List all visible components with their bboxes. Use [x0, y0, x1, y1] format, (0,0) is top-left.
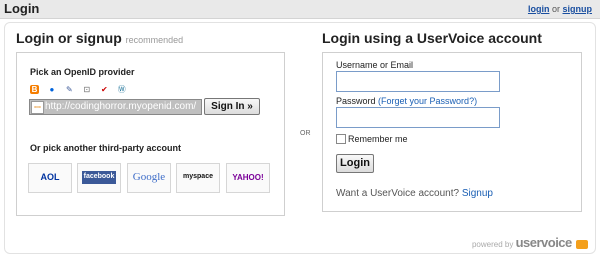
password-label-row: Password (Forget your Password?): [336, 96, 477, 106]
provider-icons: B ● ✎ ⊡ ✔ Ⓦ: [30, 85, 130, 95]
google-label: Google: [132, 171, 166, 183]
username-input[interactable]: [336, 71, 500, 92]
uservoice-brand[interactable]: uservoice: [516, 235, 573, 250]
remember-me-label: Remember me: [348, 134, 408, 144]
password-label: Password: [336, 96, 376, 106]
openid-url-field[interactable]: ꟷ http://codinghorror.myopenid.com/: [29, 99, 202, 115]
left-heading-text: Login or signup: [16, 30, 122, 46]
powered-by-footer: powered by uservoice: [472, 235, 588, 250]
password-input[interactable]: [336, 107, 500, 128]
login-button[interactable]: Login: [336, 154, 374, 173]
google-button[interactable]: Google: [127, 163, 171, 193]
third-party-heading: Or pick another third-party account: [30, 143, 182, 153]
openid-url-value: http://codinghorror.myopenid.com/: [45, 101, 197, 112]
myspace-label: myspace: [183, 173, 213, 180]
myspace-button[interactable]: myspace: [176, 163, 220, 193]
wordpress-icon[interactable]: Ⓦ: [117, 85, 126, 94]
flickr-icon[interactable]: ●: [47, 85, 56, 94]
powered-by-text: powered by: [471, 240, 514, 249]
right-heading: Login using a UserVoice account: [322, 30, 542, 46]
forgot-password-link[interactable]: (Forget your Password?): [378, 96, 477, 106]
facebook-label: facebook: [83, 173, 115, 180]
or-separator: OR: [300, 130, 311, 137]
want-account-text: Want a UserVoice account?: [336, 188, 460, 199]
uservoice-logo-icon: [576, 240, 588, 250]
openid-favicon-icon: ꟷ: [31, 101, 44, 114]
sign-in-button[interactable]: Sign In »: [204, 98, 260, 115]
username-label: Username or Email: [336, 60, 414, 70]
login-link[interactable]: login: [528, 4, 550, 14]
blogger-icon[interactable]: B: [30, 85, 39, 94]
aol-label: AOL: [40, 172, 60, 182]
pen-icon[interactable]: ✎: [65, 85, 74, 94]
checkmark-icon[interactable]: ✔: [100, 85, 109, 94]
header-links: login or signup: [528, 4, 592, 14]
aol-button[interactable]: AOL: [28, 163, 72, 193]
left-heading: Login or signup recommended: [16, 30, 183, 46]
page-title: Login: [4, 1, 40, 16]
yahoo-label: YAHOO!: [232, 173, 264, 182]
signup-link[interactable]: signup: [563, 4, 593, 14]
left-heading-sub: recommended: [125, 35, 184, 45]
want-account-row: Want a UserVoice account? Signup: [336, 188, 493, 199]
pick-openid-label: Pick an OpenID provider: [30, 67, 135, 77]
facebook-button[interactable]: facebook: [77, 163, 121, 193]
remember-me-checkbox[interactable]: [336, 134, 346, 144]
uservoice-signup-link[interactable]: Signup: [462, 188, 493, 199]
top-bar: Login login or signup: [0, 0, 600, 19]
yahoo-button[interactable]: YAHOO!: [226, 163, 270, 193]
lock-icon[interactable]: ⊡: [82, 85, 91, 94]
or-text: or: [551, 4, 560, 14]
